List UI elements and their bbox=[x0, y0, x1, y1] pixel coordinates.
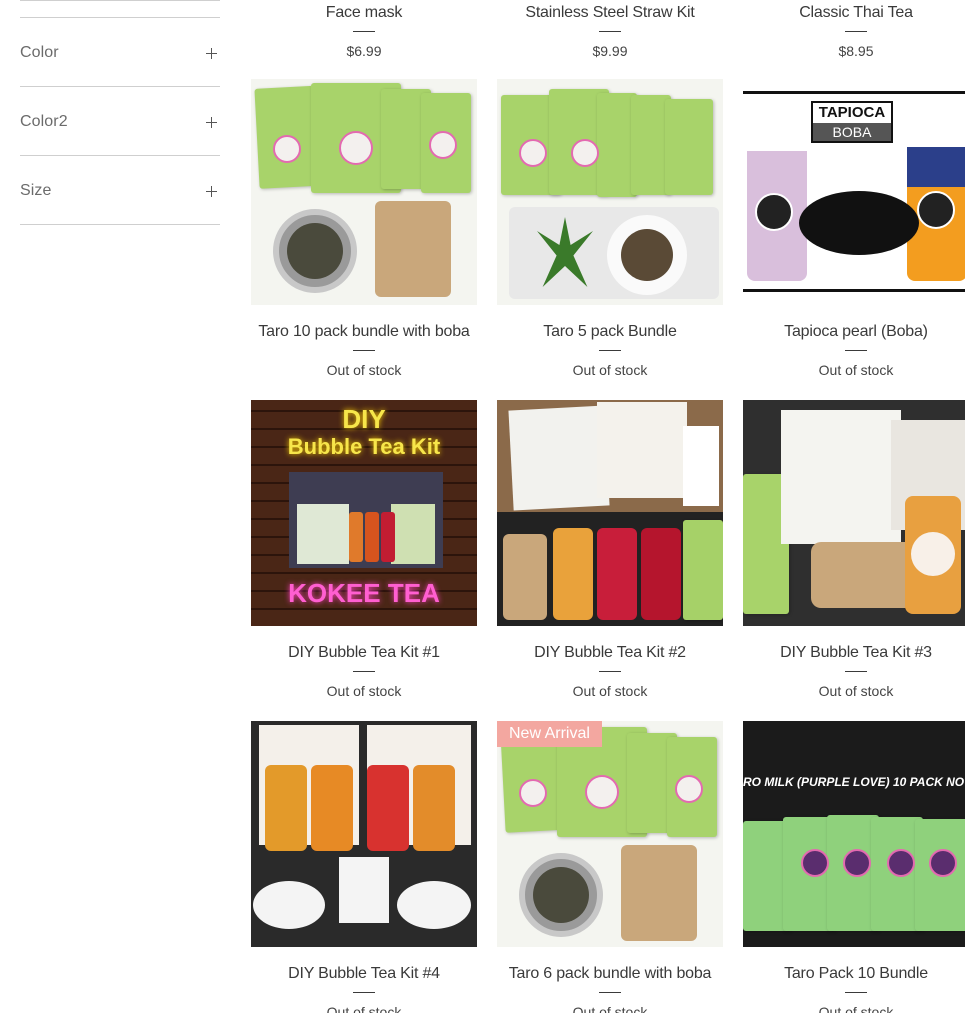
divider bbox=[353, 350, 375, 351]
filter-color[interactable]: Color bbox=[20, 18, 220, 87]
image-label: Bubble Tea Kit bbox=[287, 434, 441, 459]
product-image[interactable]: DIY Bubble Tea Kit KOKEE TEA bbox=[251, 400, 477, 626]
product-image[interactable]: RO MILK (PURPLE LOVE) 10 PACK NOW AVAIL bbox=[743, 721, 965, 947]
product-price: Out of stock bbox=[572, 1004, 648, 1013]
divider bbox=[599, 350, 621, 351]
product-name[interactable]: DIY Bubble Tea Kit #3 bbox=[743, 644, 965, 662]
divider bbox=[599, 992, 621, 993]
product-name[interactable]: Taro 6 pack bundle with boba bbox=[497, 965, 723, 983]
product-price: $6.99 bbox=[346, 43, 382, 59]
filter-label: Size bbox=[20, 182, 52, 199]
product-price: Out of stock bbox=[818, 683, 894, 699]
product-price: Out of stock bbox=[326, 362, 402, 378]
divider bbox=[845, 992, 867, 993]
divider bbox=[845, 671, 867, 672]
divider bbox=[845, 350, 867, 351]
product-price: Out of stock bbox=[572, 683, 648, 699]
product-name[interactable]: Stainless Steel Straw Kit bbox=[497, 4, 723, 22]
product-price: Out of stock bbox=[818, 362, 894, 378]
product-price: $8.95 bbox=[838, 43, 874, 59]
divider bbox=[599, 31, 621, 32]
divider bbox=[845, 31, 867, 32]
product-name[interactable]: Classic Thai Tea bbox=[743, 4, 965, 22]
product-image[interactable] bbox=[251, 721, 477, 947]
product-name[interactable]: DIY Bubble Tea Kit #1 bbox=[251, 644, 477, 662]
product-name[interactable]: Tapioca pearl (Boba) bbox=[743, 323, 965, 341]
plus-icon[interactable] bbox=[206, 117, 217, 128]
product-name[interactable]: Taro Pack 10 Bundle bbox=[743, 965, 965, 983]
product-grid: Face mask $6.99 Stainless Steel Straw Ki… bbox=[251, 0, 965, 1013]
product-image[interactable] bbox=[743, 400, 965, 626]
product-name[interactable]: Face mask bbox=[251, 4, 477, 22]
product-image[interactable]: TAPIOCA BOBA bbox=[743, 79, 965, 305]
image-label: BOBA bbox=[813, 123, 891, 141]
product-image[interactable] bbox=[251, 79, 477, 305]
image-label: DIY bbox=[342, 404, 386, 434]
product-image[interactable] bbox=[497, 79, 723, 305]
product-name[interactable]: DIY Bubble Tea Kit #4 bbox=[251, 965, 477, 983]
filter-label: Color bbox=[20, 44, 59, 61]
new-arrival-badge: New Arrival bbox=[497, 721, 602, 747]
filter-label: Color2 bbox=[20, 113, 68, 130]
product-price: Out of stock bbox=[572, 362, 648, 378]
divider bbox=[599, 671, 621, 672]
divider bbox=[353, 31, 375, 32]
product-image[interactable]: New Arrival bbox=[497, 721, 723, 947]
image-label: TAPIOCA bbox=[818, 104, 886, 121]
filter-size[interactable]: Size bbox=[20, 156, 220, 225]
filter-color2[interactable]: Color2 bbox=[20, 87, 220, 156]
plus-icon[interactable] bbox=[206, 186, 217, 197]
image-label: KOKEE TEA bbox=[288, 578, 440, 608]
plus-icon[interactable] bbox=[206, 48, 217, 59]
divider bbox=[353, 992, 375, 993]
product-price: Out of stock bbox=[326, 1004, 402, 1013]
product-price: $9.99 bbox=[592, 43, 628, 59]
product-image[interactable] bbox=[497, 400, 723, 626]
sidebar-divider bbox=[20, 0, 220, 1]
divider bbox=[353, 671, 375, 672]
product-name[interactable]: DIY Bubble Tea Kit #2 bbox=[497, 644, 723, 662]
product-name[interactable]: Taro 5 pack Bundle bbox=[497, 323, 723, 341]
product-price: Out of stock bbox=[326, 683, 402, 699]
image-label: RO MILK (PURPLE LOVE) 10 PACK NOW AVAIL bbox=[743, 775, 965, 789]
product-name[interactable]: Taro 10 pack bundle with boba bbox=[251, 323, 477, 341]
product-price: Out of stock bbox=[818, 1004, 894, 1013]
